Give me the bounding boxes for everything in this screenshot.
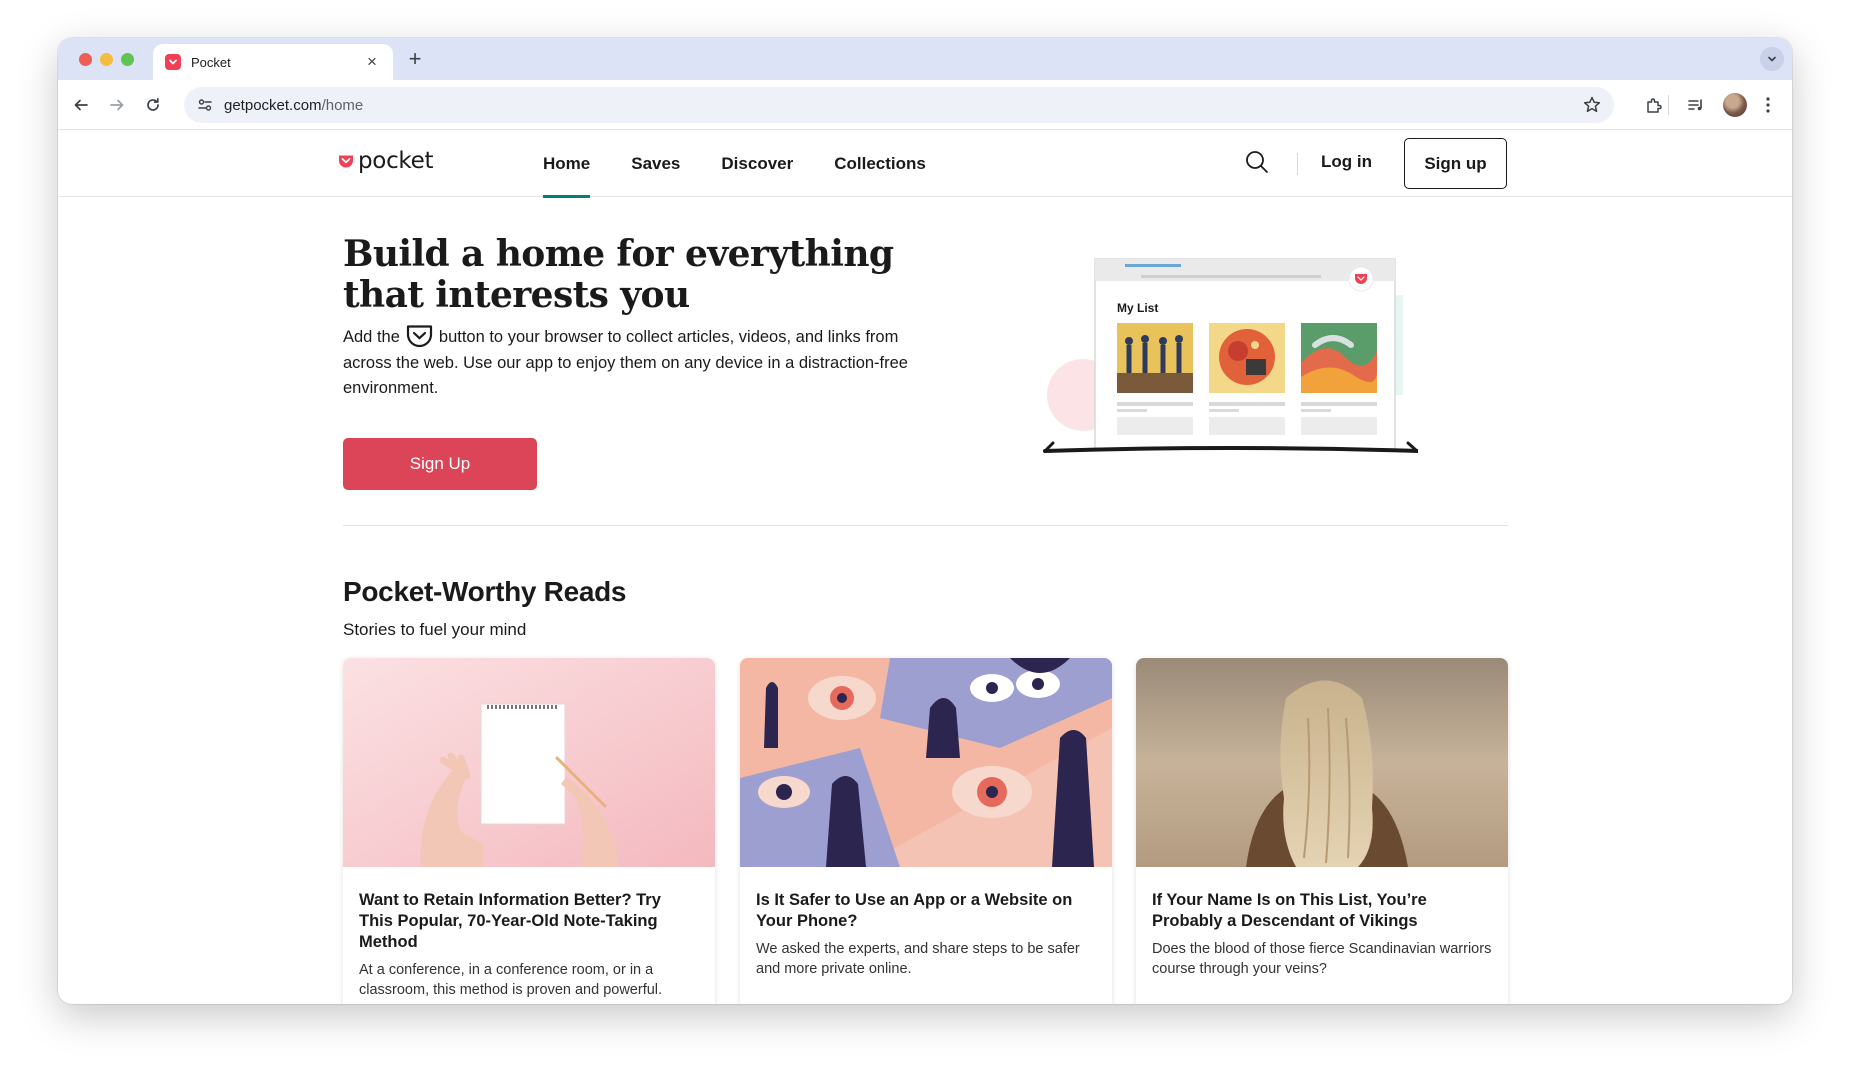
card-title[interactable]: Want to Retain Information Better? Try T… [359,890,699,953]
url-path: /home [321,96,364,114]
article-image-notepad [343,658,715,867]
section-title: Pocket-Worthy Reads [343,576,627,607]
card-body: Want to Retain Information Better? Try T… [343,872,715,1000]
article-card[interactable]: Want to Retain Information Better? Try T… [343,658,715,1004]
tab-close-icon[interactable]: × [363,52,381,72]
nav-saves[interactable]: Saves [631,130,680,197]
address-bar[interactable]: getpocket.com/home [184,87,1614,123]
url-domain: getpocket.com [224,96,322,114]
browser-toolbar: getpocket.com/home [58,80,1792,130]
hero-desc-start: Add the [343,328,400,346]
reload-button[interactable] [140,92,166,118]
back-button[interactable] [68,92,94,118]
hero-signup-button[interactable]: Sign Up [343,438,537,490]
nav-discover[interactable]: Discover [721,130,793,197]
browser-menu-icon[interactable] [1755,92,1781,118]
site-info-icon[interactable] [190,90,220,120]
card-excerpt: Does the blood of those fierce Scandinav… [1152,941,1492,977]
tab-search-button[interactable] [1760,47,1784,71]
card-title[interactable]: Is It Safer to Use an App or a Website o… [756,890,1096,932]
hero-description: Add the button to your browser to collect… [343,324,923,402]
article-image-eyes [740,658,1112,867]
article-card[interactable]: If Your Name Is on This List, You’re Pro… [1136,658,1508,1004]
extensions-puzzle-icon[interactable] [1641,92,1667,118]
card-excerpt: At a conference, in a conference room, o… [359,962,663,998]
media-controls-icon[interactable] [1683,92,1709,118]
arrow-right-icon [110,99,124,111]
profile-avatar[interactable] [1723,93,1747,117]
login-link[interactable]: Log in [1321,152,1372,172]
pocket-save-icon [406,325,432,348]
section-divider [343,525,1508,526]
illustration-title: My List [1117,301,1158,315]
minimize-window-button[interactable] [100,53,113,66]
url-text: getpocket.com/home [224,97,363,114]
chevron-down-icon [1768,56,1776,62]
site-header: pocket Home Saves Discover Collections L… [58,130,1792,198]
pocket-logo[interactable]: pocket [338,148,433,174]
reload-icon [147,97,159,111]
card-body: Is It Safer to Use an App or a Website o… [740,872,1112,979]
logo-text: pocket [358,148,434,174]
article-image-viking [1136,658,1508,867]
tab-strip: Pocket × + [58,38,1792,80]
card-body: If Your Name Is on This List, You’re Pro… [1136,872,1508,979]
forward-button[interactable] [104,92,130,118]
nav-home[interactable]: Home [543,130,591,198]
browser-window: Pocket × + getpocket.com/home pocket Hom… [58,38,1792,1004]
web-page: pocket Home Saves Discover Collections L… [58,130,1792,1004]
section-subtitle: Stories to fuel your mind [343,620,527,639]
pocket-favicon-icon [165,54,181,70]
bookmark-star-icon[interactable] [1582,95,1602,120]
header-separator [1297,153,1298,175]
search-icon[interactable] [1243,148,1271,181]
card-title[interactable]: If Your Name Is on This List, You’re Pro… [1152,890,1492,932]
card-excerpt: We asked the experts, and share steps to… [756,941,1080,977]
maximize-window-button[interactable] [121,53,134,66]
toolbar-separator [1668,95,1669,115]
pocket-logo-icon [339,155,353,167]
tab-title: Pocket [191,54,231,70]
close-window-button[interactable] [79,53,92,66]
nav-collections[interactable]: Collections [834,130,926,197]
new-tab-button[interactable]: + [402,47,428,73]
header-signup-button[interactable]: Sign up [1404,138,1507,189]
main-nav: Home Saves Discover Collections [543,130,967,198]
my-list-illustration: My List [1043,258,1418,453]
hero-title: Build a home for everything that interes… [343,233,894,316]
browser-tab-pocket[interactable]: Pocket × [153,44,393,80]
arrow-left-icon [74,99,88,111]
article-card[interactable]: Is It Safer to Use an App or a Website o… [740,658,1112,1004]
